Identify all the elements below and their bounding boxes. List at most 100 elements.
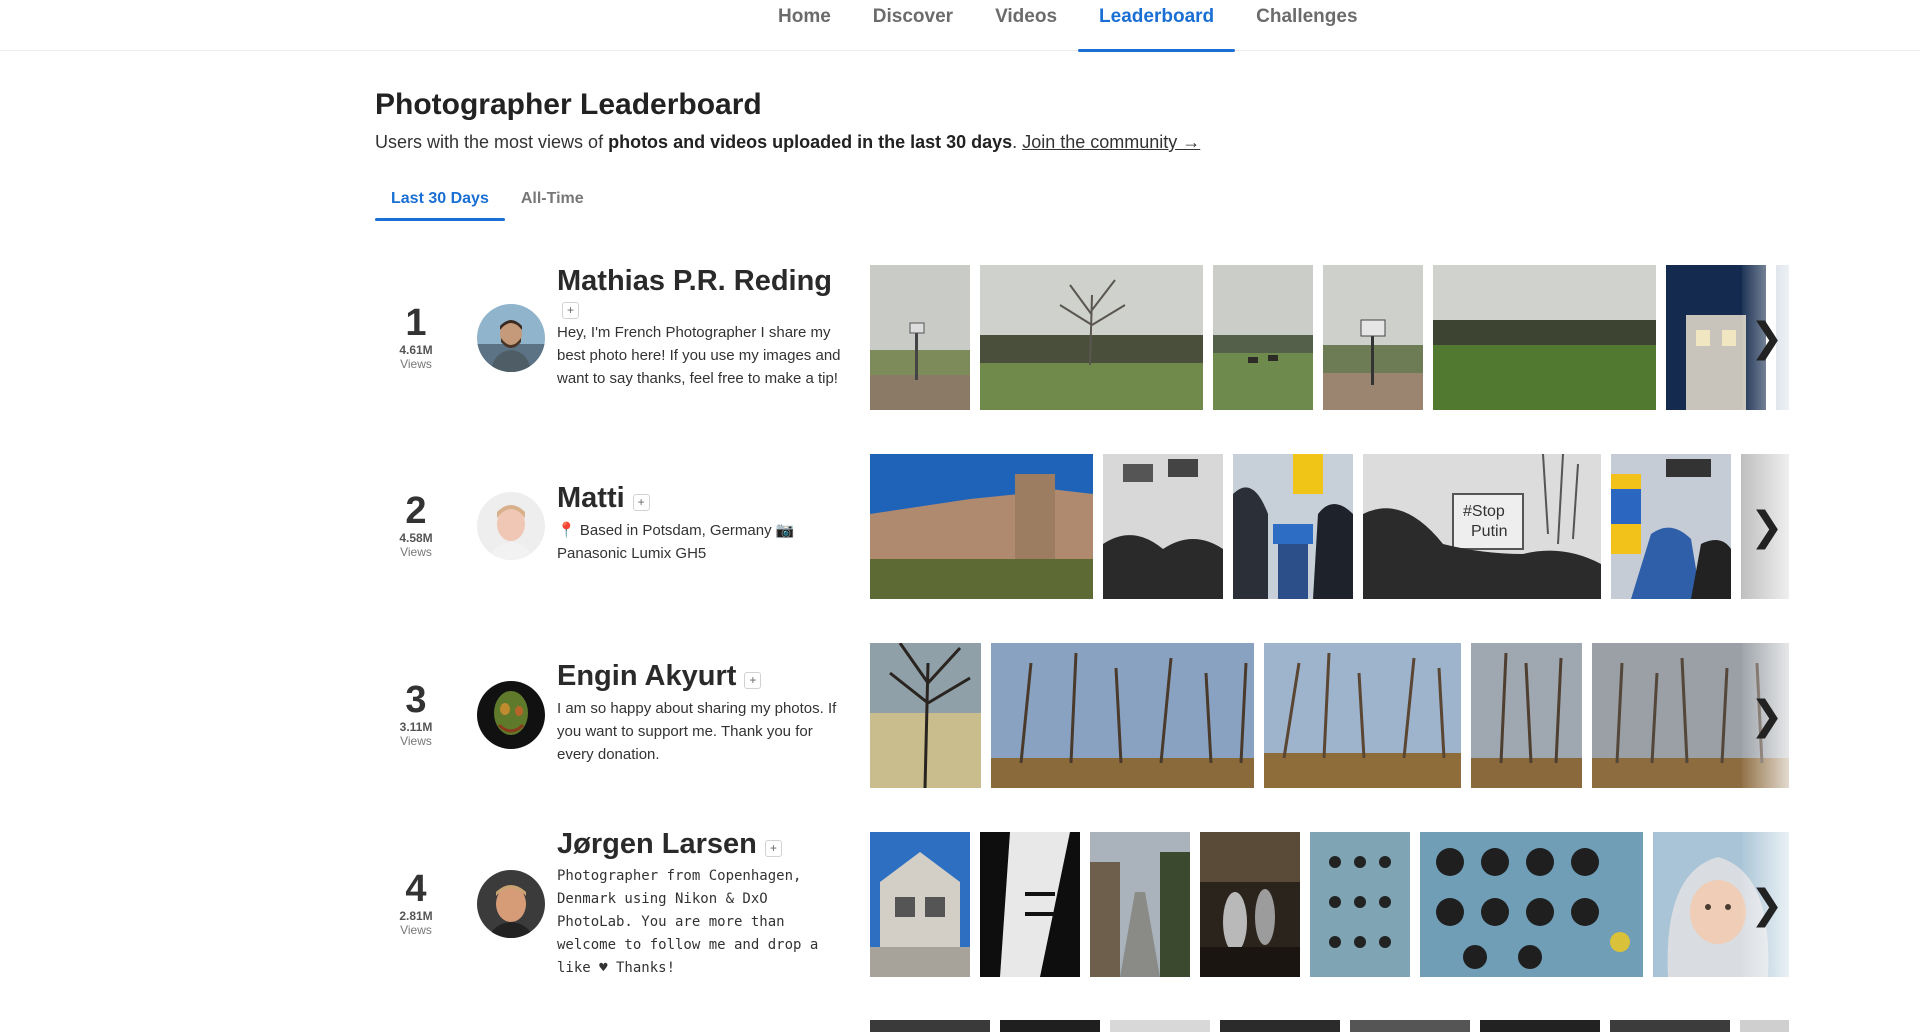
page-title: Photographer Leaderboard (375, 88, 762, 121)
photographer-name[interactable]: Engin Akyurt (557, 660, 736, 692)
photo-strip (870, 1020, 1789, 1032)
tab-all-time[interactable]: All-Time (505, 186, 600, 221)
photo-thumbnail[interactable] (1323, 265, 1423, 410)
nav-tab-videos[interactable]: Videos (974, 0, 1078, 51)
rank-number: 2 (405, 490, 427, 532)
nav-tab-leaderboard[interactable]: Leaderboard (1078, 0, 1236, 52)
photo-thumbnail[interactable] (980, 265, 1203, 410)
photo-thumbnail[interactable] (870, 265, 970, 410)
leaderboard-row (375, 1020, 1789, 1032)
photo-thumbnail[interactable] (1471, 643, 1582, 788)
photo-thumbnail[interactable] (870, 454, 1093, 599)
avatar-image (477, 870, 545, 938)
next-photos-button[interactable]: ❯ (1742, 643, 1789, 788)
avatar-image (477, 681, 545, 749)
chevron-right-icon: ❯ (1750, 504, 1784, 549)
photo-thumbnail[interactable] (1233, 454, 1353, 599)
rank-number: 1 (405, 302, 427, 344)
photo-thumbnail[interactable] (980, 832, 1080, 977)
photographer-info: Matti + 📍 Based in Potsdam, Germany 📷 Pan… (557, 482, 847, 565)
page-subtitle: Users with the most views of photos and … (375, 132, 1200, 153)
views-label: Views (400, 923, 432, 937)
follow-button[interactable]: + (744, 672, 762, 690)
avatar[interactable] (477, 492, 545, 560)
period-tabs: Last 30 Days All-Time (375, 186, 600, 221)
svg-text:#Stop: #Stop (1463, 503, 1505, 520)
photo-thumbnail[interactable] (870, 832, 970, 977)
subtitle-text: Users with the most views of (375, 132, 609, 152)
avatar-image (477, 492, 545, 560)
photo-thumbnail[interactable] (1420, 832, 1643, 977)
photo-thumbnail[interactable] (870, 1020, 990, 1032)
rank-number: 4 (405, 868, 427, 910)
photographer-bio: Photographer from Copenhagen, Denmark us… (557, 868, 819, 976)
photo-thumbnail[interactable] (1200, 832, 1300, 977)
avatar[interactable] (477, 681, 545, 749)
chevron-right-icon: ❯ (1750, 315, 1784, 360)
main-tabs: Home Discover Videos Leaderboard Challen… (757, 0, 1379, 52)
photo-strip: ❯ (870, 265, 1789, 410)
photographer-name[interactable]: Jørgen Larsen (557, 828, 757, 860)
photo-thumbnail[interactable] (1264, 643, 1461, 788)
join-community-link[interactable]: Join the community → (1022, 132, 1200, 152)
photo-thumbnail[interactable] (1103, 454, 1223, 599)
follow-button[interactable]: + (562, 302, 579, 319)
photo-thumbnail[interactable] (1433, 265, 1656, 410)
views-label: Views (400, 357, 432, 371)
photographer-info: Jørgen Larsen + Photographer from Copenha… (557, 828, 847, 980)
photo-thumbnail[interactable] (1480, 1020, 1600, 1032)
photo-thumbnail[interactable] (1350, 1020, 1470, 1032)
view-count: 4.61M (399, 343, 433, 357)
photo-thumbnail[interactable] (1220, 1020, 1340, 1032)
next-photos-button[interactable]: ❯ (1742, 454, 1789, 599)
photo-thumbnail[interactable] (1610, 1020, 1730, 1032)
avatar-image (477, 304, 545, 372)
views-label: Views (400, 545, 432, 559)
photo-thumbnail[interactable] (1740, 1020, 1789, 1032)
subtitle-emphasis: photos and videos uploaded in the last 3… (608, 132, 1013, 152)
view-count: 2.81M (399, 909, 433, 923)
avatar[interactable] (477, 870, 545, 938)
nav-tab-challenges[interactable]: Challenges (1235, 0, 1378, 51)
photo-thumbnail[interactable] (1310, 832, 1410, 977)
rank-block: 1 4.61M Views (395, 303, 437, 371)
photographer-bio: Hey, I'm French Photographer I share my … (557, 324, 841, 387)
views-label: Views (400, 734, 432, 748)
photo-thumbnail[interactable] (991, 643, 1254, 788)
photographer-name[interactable]: Matti (557, 482, 625, 514)
photo-strip: #Stop Putin ❯ (870, 454, 1789, 599)
photographer-name[interactable]: Mathias P.R. Reding (557, 265, 832, 297)
subtitle-period: . (1012, 132, 1018, 152)
leaderboard-row: 3 3.11M Views Engin Akyurt + I am so happ… (375, 643, 1789, 788)
nav-tab-home[interactable]: Home (757, 0, 852, 51)
next-photos-button[interactable]: ❯ (1742, 265, 1789, 410)
rank-block: 4 2.81M Views (395, 869, 437, 937)
photographer-bio: I am so happy about sharing my photos. I… (557, 700, 837, 763)
rank-number: 3 (405, 679, 427, 721)
photo-thumbnail[interactable] (1090, 832, 1190, 977)
photo-strip: ❯ (870, 832, 1789, 977)
nav-tab-discover[interactable]: Discover (852, 0, 974, 51)
view-count: 4.58M (399, 531, 433, 545)
tab-last-30-days[interactable]: Last 30 Days (375, 186, 505, 221)
photo-thumbnail[interactable]: #Stop Putin (1363, 454, 1601, 599)
photo-thumbnail[interactable] (1611, 454, 1731, 599)
follow-button[interactable]: + (764, 840, 782, 858)
view-count: 3.11M (399, 720, 433, 734)
leaderboard-row: 1 4.61M Views Mathias P.R. Reding + Hey,… (375, 265, 1789, 410)
top-navigation: Home Discover Videos Leaderboard Challen… (0, 0, 1920, 52)
avatar[interactable] (477, 304, 545, 372)
photo-thumbnail[interactable] (870, 643, 981, 788)
photographer-info: Mathias P.R. Reding + Hey, I'm French Ph… (557, 265, 847, 390)
leaderboard-row: 2 4.58M Views Matti + 📍 Based in Potsdam,… (375, 454, 1789, 599)
next-photos-button[interactable]: ❯ (1742, 832, 1789, 977)
rank-block: 2 4.58M Views (395, 491, 437, 559)
photo-thumbnail[interactable] (1000, 1020, 1100, 1032)
chevron-right-icon: ❯ (1750, 882, 1784, 927)
photo-thumbnail[interactable] (1213, 265, 1313, 410)
follow-button[interactable]: + (632, 494, 650, 512)
photo-strip: ❯ (870, 643, 1789, 788)
chevron-right-icon: ❯ (1750, 693, 1784, 738)
photo-thumbnail[interactable] (1110, 1020, 1210, 1032)
rank-block: 3 3.11M Views (395, 680, 437, 748)
